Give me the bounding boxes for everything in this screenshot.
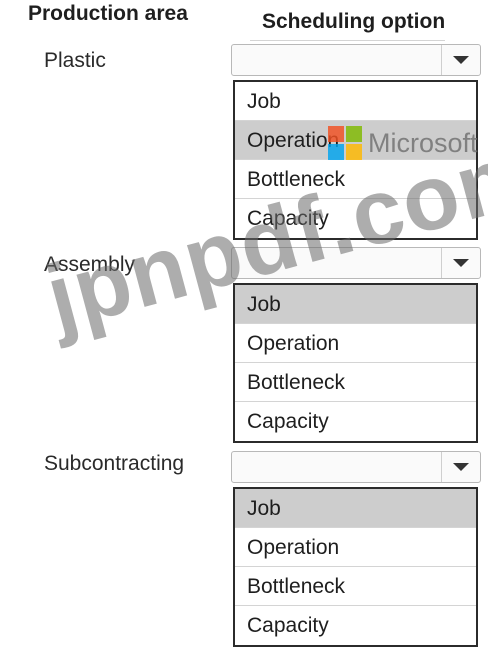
option-bottleneck[interactable]: Bottleneck — [235, 363, 476, 402]
option-capacity[interactable]: Capacity — [235, 606, 476, 645]
option-bottleneck[interactable]: Bottleneck — [235, 160, 476, 199]
logo-square-green — [346, 126, 362, 142]
microsoft-logo-icon — [328, 126, 362, 160]
option-operation[interactable]: Operation — [235, 324, 476, 363]
option-job[interactable]: Job — [235, 285, 476, 324]
subcontracting-option-list: Job Operation Bottleneck Capacity — [233, 487, 478, 647]
microsoft-watermark: Microsoft — [328, 126, 478, 160]
option-operation[interactable]: Operation — [235, 528, 476, 567]
logo-square-red — [328, 126, 344, 142]
option-capacity[interactable]: Capacity — [235, 199, 476, 238]
plastic-dropdown-toggle[interactable] — [441, 45, 480, 75]
plastic-option-list: Job Operation Bottleneck Capacity — [233, 80, 478, 240]
assembly-dropdown-toggle[interactable] — [441, 248, 480, 278]
assembly-option-list: Job Operation Bottleneck Capacity — [233, 283, 478, 443]
chevron-down-icon — [453, 463, 469, 471]
row-label-plastic: Plastic — [44, 49, 106, 72]
plastic-scheduling-dropdown[interactable] — [231, 44, 481, 76]
option-job[interactable]: Job — [235, 82, 476, 121]
option-capacity[interactable]: Capacity — [235, 402, 476, 441]
option-job[interactable]: Job — [235, 489, 476, 528]
logo-square-blue — [328, 144, 344, 160]
row-label-subcontracting: Subcontracting — [44, 452, 185, 475]
chevron-down-icon — [453, 56, 469, 64]
microsoft-wordmark: Microsoft — [368, 127, 478, 158]
assembly-scheduling-dropdown[interactable] — [231, 247, 481, 279]
scheduling-option-header: Scheduling option — [250, 2, 446, 41]
row-label-assembly: Assembly — [44, 253, 136, 276]
chevron-down-icon — [453, 259, 469, 267]
subcontracting-dropdown-toggle[interactable] — [441, 452, 480, 482]
production-area-header: Production area — [28, 2, 188, 25]
option-bottleneck[interactable]: Bottleneck — [235, 567, 476, 606]
subcontracting-scheduling-dropdown[interactable] — [231, 451, 481, 483]
logo-square-yellow — [346, 144, 362, 160]
